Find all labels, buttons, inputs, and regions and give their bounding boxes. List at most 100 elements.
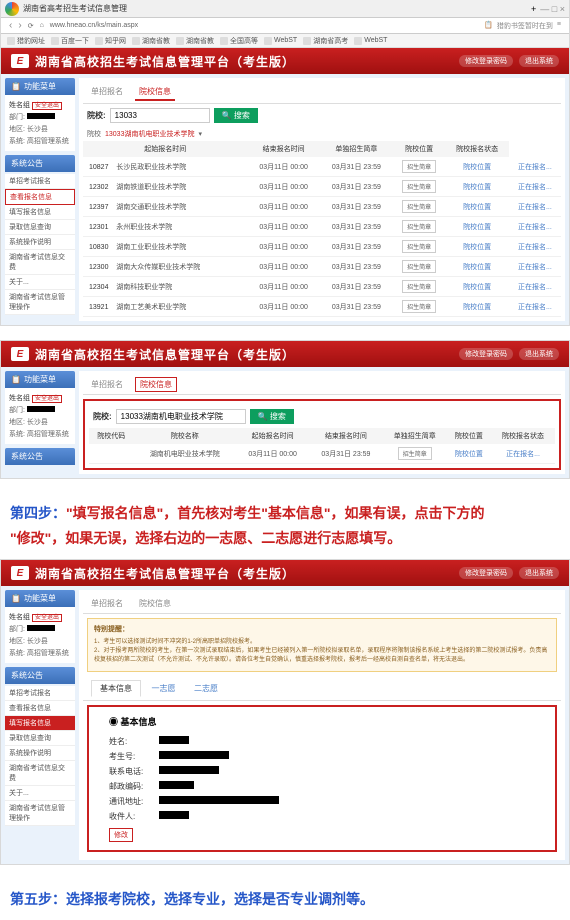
status-link[interactable]: 正在报名... [518,244,552,251]
basic-info-panel: ◉ 基本信息 姓名: 考生号: 联系电话: 邮政编码: 通讯地址: 收件人: 修… [87,705,557,852]
url-text[interactable]: www.hneao.cn/ks/main.aspx [50,22,478,29]
location-link[interactable]: 院校位置 [463,184,491,191]
location-link[interactable]: 院校位置 [463,204,491,211]
browser-action-icon[interactable]: 📋 [484,21,493,31]
brochure-button[interactable]: 招生简章 [402,220,436,233]
col-code: 院校代码 [89,428,133,444]
home-icon[interactable]: ⌂ [40,22,44,29]
change-password-button[interactable]: 修改登录密码 [459,348,513,360]
location-link[interactable]: 院校位置 [463,224,491,231]
search-button[interactable]: 🔍 搜索 [214,108,258,123]
sidebar-item[interactable]: 湖南省考试信息管理操作 [5,290,75,315]
status-link[interactable]: 正在报名... [506,451,540,458]
location-link[interactable]: 院校位置 [463,164,491,171]
school-dropdown[interactable]: 13033湖南机电职业技术学院 [105,129,194,139]
brochure-button[interactable]: 招生简章 [398,447,432,460]
brochure-button[interactable]: 招生简章 [402,200,436,213]
location-link[interactable]: 院校位置 [455,451,483,458]
table-row: 12304 湖南科技职业学院 03月11日 00:00 03月31日 23:59… [83,277,561,297]
forward-icon[interactable]: › [18,20,21,31]
location-link[interactable]: 院校位置 [463,304,491,311]
bookmark-item[interactable]: 湖南省教 [176,36,214,46]
tab-school-info[interactable]: 院校信息 [135,377,177,392]
status-link[interactable]: 正在报名... [518,204,552,211]
status-link[interactable]: 正在报名... [518,164,552,171]
tab-school-info[interactable]: 院校信息 [135,596,175,611]
sidebar-item[interactable]: 录取信息查询 [5,220,75,235]
window-controls[interactable]: — □ × [540,4,565,14]
reload-icon[interactable]: ⟳ [28,22,34,30]
tab-single-enroll[interactable]: 单招报名 [87,84,127,101]
modify-button[interactable]: 修改 [109,828,133,842]
basic-info-title: ◉ 基本信息 [109,715,535,728]
form-tab-vol2[interactable]: 二志愿 [186,681,226,696]
logout-button[interactable]: 退出系统 [519,55,559,67]
bookmark-item[interactable]: 全国高等 [220,36,258,46]
sidebar-item[interactable]: 查看报名信息 [5,701,75,716]
bookmark-item[interactable]: 知乎网 [95,36,126,46]
safe-exit-button[interactable]: 安全退出 [32,395,62,403]
search-button[interactable]: 🔍 搜索 [250,409,294,424]
app-logo-icon: E [11,347,29,361]
status-link[interactable]: 正在报名... [518,284,552,291]
sidebar-item[interactable]: 录取信息查询 [5,731,75,746]
brochure-button[interactable]: 招生简章 [402,260,436,273]
sidebar-item[interactable]: 关于... [5,786,75,801]
safe-exit-button[interactable]: 安全退出 [32,614,62,622]
school-search-input[interactable] [110,108,210,123]
tab-single-enroll[interactable]: 单招报名 [87,377,127,392]
sidebar-item[interactable]: 湖南省考试信息交费 [5,250,75,275]
browser-print-label[interactable]: 猎豹书签暂时在到 [497,21,553,31]
sidebar-item[interactable]: 关于... [5,275,75,290]
status-link[interactable]: 正在报名... [518,224,552,231]
logout-button[interactable]: 退出系统 [519,348,559,360]
tab-school-info[interactable]: 院校信息 [135,84,175,101]
brochure-button[interactable]: 招生简章 [402,240,436,253]
sidebar-item[interactable]: 湖南省考试信息管理操作 [5,801,75,826]
app-logo-icon: E [11,54,29,68]
sidebar-item[interactable]: 单招考试报名 [5,174,75,189]
sidebar-item[interactable]: 湖南省考试信息交费 [5,761,75,786]
sidebar-item[interactable]: 单招考试报名 [5,686,75,701]
app-title: 湖南省高校招生考试信息管理平台（考生版） [35,346,295,363]
sidebar-item[interactable]: 系统操作说明 [5,235,75,250]
logout-button[interactable]: 退出系统 [519,567,559,579]
bookmark-item[interactable]: WebST [264,37,297,45]
bookmark-item[interactable]: WebST [354,37,387,45]
tab-add-icon[interactable]: + [531,4,536,14]
bookmark-item[interactable]: 猎豹网址 [7,36,45,46]
change-password-button[interactable]: 修改登录密码 [459,567,513,579]
status-link[interactable]: 正在报名... [518,304,552,311]
status-link[interactable]: 正在报名... [518,264,552,271]
sidebar-item[interactable]: 查看报名信息 [5,189,75,205]
brochure-button[interactable]: 招生简章 [402,160,436,173]
location-link[interactable]: 院校位置 [463,244,491,251]
browser-url-bar: ‹ › ⟳ ⌂ www.hneao.cn/ks/main.aspx 📋 猎豹书签… [1,18,569,34]
bookmark-item[interactable]: 湖南省教 [132,36,170,46]
chevron-down-icon: ▾ [198,130,202,138]
sidebar-item[interactable]: 填写报名信息 [5,716,75,731]
sidebar-item[interactable]: 系统操作说明 [5,746,75,761]
bookmark-item[interactable]: 湖南省高考 [303,36,348,46]
status-link[interactable]: 正在报名... [518,184,552,191]
search-label: 院校: [93,411,112,422]
tab-single-enroll[interactable]: 单招报名 [87,596,127,611]
brochure-button[interactable]: 招生简章 [402,280,436,293]
form-tab-basic[interactable]: 基本信息 [91,680,141,697]
brochure-button[interactable]: 招生简章 [402,180,436,193]
school-table: 院校代码 院校名称 起始报名时间 结束报名时间 单独招生简章 院校位置 院校报名… [89,428,555,464]
sidebar-item[interactable]: 填写报名信息 [5,205,75,220]
brochure-button[interactable]: 招生简章 [402,300,436,313]
change-password-button[interactable]: 修改登录密码 [459,55,513,67]
school-search-input[interactable] [116,409,246,424]
form-tab-vol1[interactable]: 一志愿 [144,681,184,696]
location-link[interactable]: 院校位置 [463,284,491,291]
search-icon: 🔍 [258,412,268,421]
safe-exit-button[interactable]: 安全退出 [32,102,62,110]
location-link[interactable]: 院校位置 [463,264,491,271]
menu-icon[interactable]: ≡ [557,21,561,31]
field-phone-label: 联系电话: [109,766,159,777]
bookmark-item[interactable]: 百度一下 [51,36,89,46]
col-status: 院校报名状态 [445,141,508,157]
back-icon[interactable]: ‹ [9,20,12,31]
